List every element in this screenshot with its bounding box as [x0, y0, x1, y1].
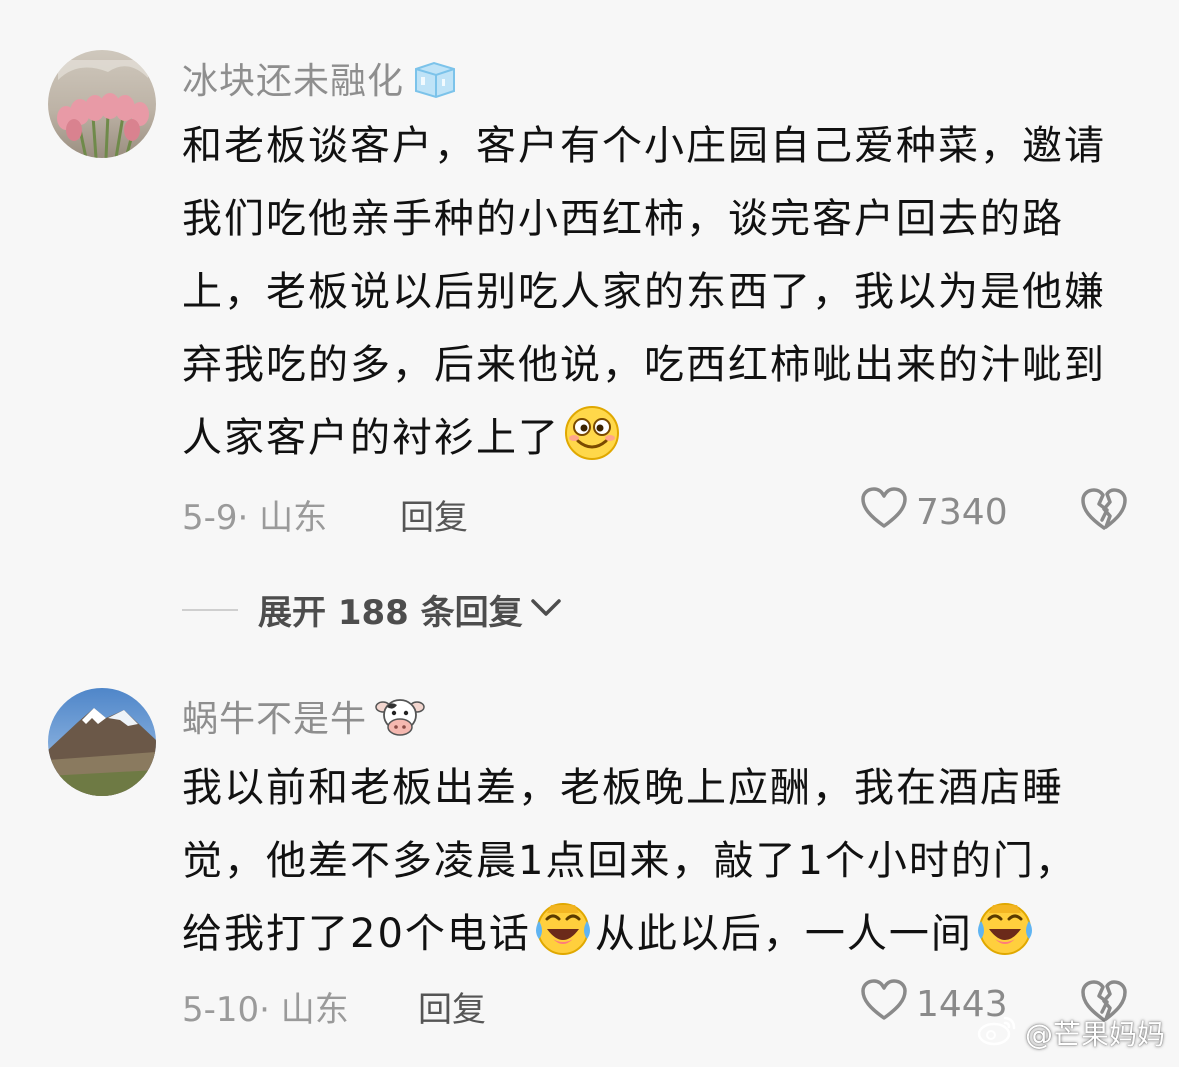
watermark: @芒果妈妈	[977, 1013, 1165, 1053]
divider-line	[182, 608, 238, 611]
comment-text: 和老板谈客户，客户有个小庄园自己爱种菜，邀请我们吃他亲手种的小西红柿，谈完客户回…	[182, 110, 1117, 485]
broken-heart-icon	[1080, 488, 1128, 536]
watermark-text: @芒果妈妈	[1024, 1018, 1165, 1051]
like-count: 7340	[916, 492, 1008, 533]
comment-text: 我以前和老板出差，老板晚上应酬，我在酒店睡觉，他差不多凌晨1点回来，敲了1个小时…	[182, 752, 1117, 981]
chevron-down-icon	[529, 590, 563, 630]
reply-button[interactable]: 回复	[400, 490, 468, 539]
dislike-button[interactable]	[1080, 486, 1128, 536]
comment-date-location: 5-10· 山东	[182, 990, 349, 1030]
expand-replies-button[interactable]: 展开 188 条回复	[182, 585, 563, 634]
silly-face-emoji	[562, 405, 622, 485]
comment-date-location: 5-9· 山东	[182, 498, 328, 538]
username[interactable]: 蜗牛不是牛	[182, 690, 425, 748]
cow-face-icon	[375, 695, 425, 748]
heart-icon	[860, 486, 908, 539]
reply-button[interactable]: 回复	[418, 982, 486, 1031]
avatar[interactable]	[48, 688, 156, 796]
username[interactable]: 冰块还未融化	[182, 52, 458, 108]
avatar[interactable]	[48, 50, 156, 158]
crying-laughing-emoji	[533, 901, 593, 981]
heart-icon	[860, 978, 908, 1031]
like-button[interactable]: 7340	[860, 486, 1008, 539]
weibo-logo-icon	[977, 1014, 1017, 1053]
crying-laughing-emoji	[975, 901, 1035, 981]
ice-cube-icon	[412, 59, 458, 108]
expand-replies-label: 展开 188 条回复	[258, 593, 523, 633]
